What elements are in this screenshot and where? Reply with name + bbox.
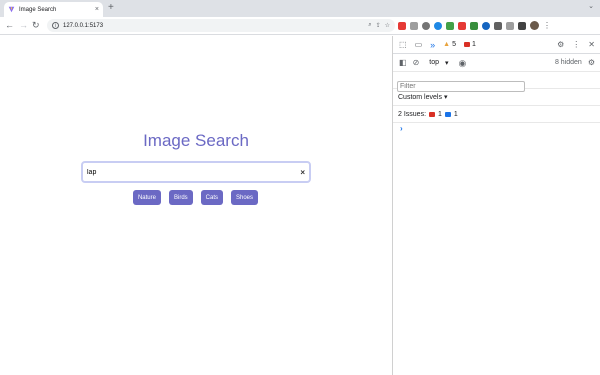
browser-menu-icon[interactable]: ⋮ bbox=[543, 21, 551, 30]
chip-birds[interactable]: Birds bbox=[168, 190, 193, 205]
live-expression-eye-icon[interactable]: ◉ bbox=[459, 58, 467, 67]
extension-circle-icon[interactable] bbox=[422, 21, 430, 30]
extension-dark-green-icon[interactable] bbox=[470, 21, 478, 30]
issues-label: 2 Issues: bbox=[398, 110, 427, 118]
bookmark-star-icon[interactable]: ☆ bbox=[385, 22, 390, 29]
tab-search-chevron-icon[interactable]: ⌄ bbox=[588, 2, 594, 10]
browser-tab[interactable]: Image Search × bbox=[4, 2, 103, 17]
issue-info-icon bbox=[444, 111, 451, 117]
device-toolbar-icon[interactable]: ▭ bbox=[415, 40, 423, 49]
extensions-puzzle-icon[interactable] bbox=[494, 21, 502, 30]
chip-nature[interactable]: Nature bbox=[132, 190, 161, 205]
chip-cats[interactable]: Cats bbox=[200, 190, 223, 205]
category-chips: Nature Birds Cats Shoes bbox=[0, 190, 392, 205]
clear-console-icon[interactable]: ⊘ bbox=[413, 58, 420, 67]
tab-strip: Image Search × + ⌄ bbox=[0, 0, 600, 17]
extension-red-badge-icon[interactable] bbox=[458, 21, 466, 30]
page-title: Image Search bbox=[143, 131, 249, 150]
extension-blue-icon[interactable] bbox=[434, 21, 442, 30]
extension-navy-icon[interactable] bbox=[482, 21, 490, 30]
close-devtools-icon[interactable]: ✕ bbox=[588, 40, 595, 49]
devtools-menu-icon[interactable]: ⋮ bbox=[572, 40, 580, 49]
issue-info-count: 1 bbox=[453, 110, 458, 118]
settings-gear-icon[interactable]: ⚙ bbox=[557, 40, 564, 49]
site-info-icon[interactable]: i bbox=[52, 22, 59, 29]
reload-button[interactable]: ↻ bbox=[32, 20, 40, 30]
console-settings-icon[interactable]: ⚙ bbox=[588, 58, 600, 67]
page-viewport: Image Search × Nature Birds Cats Shoes bbox=[0, 36, 392, 375]
log-levels-dropdown[interactable]: Custom levels ▾ bbox=[393, 89, 600, 106]
side-panel-icon[interactable] bbox=[518, 21, 526, 30]
tab-close-icon[interactable]: × bbox=[95, 6, 99, 13]
error-icon bbox=[463, 42, 470, 47]
warnings-badge[interactable]: ▲ 5 bbox=[443, 41, 456, 48]
extension-green-icon[interactable] bbox=[446, 21, 454, 30]
sidebar-toggle-icon[interactable]: ◧ bbox=[399, 58, 407, 67]
dropdown-arrow-icon: ▾ bbox=[445, 59, 449, 67]
profile-avatar[interactable] bbox=[530, 21, 539, 30]
console-prompt[interactable]: › bbox=[393, 124, 600, 138]
extensions-area: ⋮ bbox=[398, 21, 551, 30]
warning-icon: ▲ bbox=[443, 41, 451, 48]
forward-button[interactable]: → bbox=[19, 20, 28, 30]
reading-list-icon[interactable] bbox=[506, 21, 514, 30]
chip-shoes[interactable]: Shoes bbox=[231, 190, 259, 205]
issue-error-icon bbox=[429, 111, 436, 117]
tab-title: Image Search bbox=[19, 6, 57, 13]
share-icon[interactable]: ⇪ bbox=[376, 22, 381, 29]
devtools-panel: ⬚ ▭ » ▲ 5 1 ⚙ ⋮ ✕ ◧ ⊘ top ▾ ◉ 8 hidden ⚙… bbox=[392, 36, 600, 375]
context-select[interactable]: top ▾ bbox=[425, 59, 452, 67]
extension-red-icon[interactable] bbox=[398, 21, 406, 30]
devtools-tabbar: ⬚ ▭ » ▲ 5 1 ⚙ ⋮ ✕ bbox=[393, 36, 600, 54]
browser-toolbar: ← → ↻ i 127.0.0.1:5173 ⌕ ⇪ ☆ ⋮ bbox=[0, 17, 600, 35]
levels-dropdown-arrow-icon: ▾ bbox=[443, 94, 448, 101]
more-tabs-icon[interactable]: » bbox=[430, 40, 435, 50]
clear-search-icon[interactable]: × bbox=[300, 168, 305, 177]
filter-row bbox=[393, 72, 600, 92]
issue-error-count: 1 bbox=[438, 110, 442, 118]
errors-badge[interactable]: 1 bbox=[463, 41, 476, 48]
search-box[interactable]: × bbox=[81, 161, 311, 183]
issues-bar[interactable]: 2 Issues: 1 1 bbox=[393, 106, 600, 123]
back-button[interactable]: ← bbox=[5, 20, 14, 30]
new-tab-button[interactable]: + bbox=[108, 3, 114, 13]
inspect-element-icon[interactable]: ⬚ bbox=[399, 40, 407, 49]
hidden-messages-count: 8 hidden bbox=[554, 59, 582, 66]
address-url[interactable]: 127.0.0.1:5173 bbox=[63, 23, 368, 29]
search-input[interactable] bbox=[87, 168, 301, 176]
extension-gray-icon[interactable] bbox=[410, 21, 418, 30]
address-bar[interactable]: i 127.0.0.1:5173 ⌕ ⇪ ☆ bbox=[47, 19, 395, 32]
console-toolbar: ◧ ⊘ top ▾ ◉ 8 hidden ⚙ bbox=[393, 54, 600, 72]
vite-favicon-icon bbox=[8, 6, 15, 13]
zoom-icon[interactable]: ⌕ bbox=[368, 22, 371, 29]
